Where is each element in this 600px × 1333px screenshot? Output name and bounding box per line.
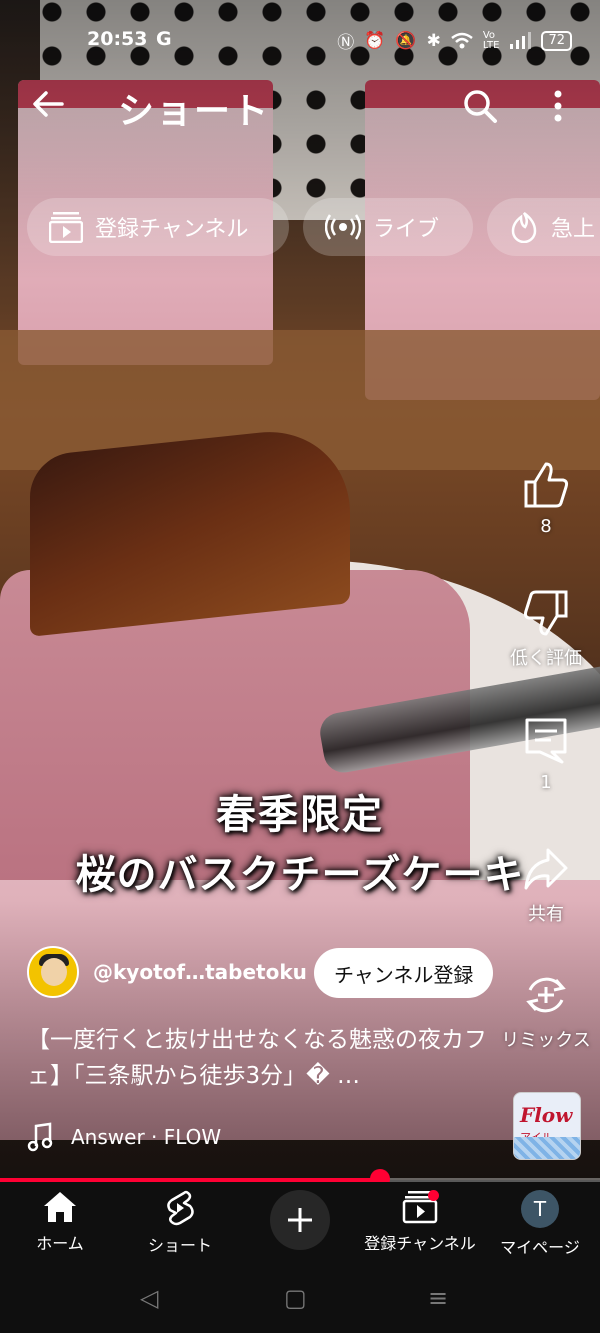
thumbs-down-icon xyxy=(523,590,568,636)
video-description[interactable]: 【一度行くと抜け出せなくなる魅惑の夜カフェ】「三条駅から徒歩3分」� … xyxy=(27,1022,497,1094)
caption-line-1: 春季限定 xyxy=(216,791,384,838)
dislike-label: 低く評価 xyxy=(510,648,582,669)
trending-icon xyxy=(511,211,537,243)
alarm-icon: ⏰ xyxy=(364,30,386,51)
volte-icon: Vo LTE xyxy=(482,29,500,51)
system-menu-icon[interactable]: ≡ xyxy=(428,1284,448,1312)
subscribe-button[interactable]: チャンネル登録 xyxy=(314,948,494,998)
chip-label: 登録チャンネル xyxy=(95,217,249,242)
chip-label: 急上 xyxy=(551,217,596,242)
filter-chips: 登録チャンネル ライブ 急上 xyxy=(27,198,600,258)
video-caption: 春季限定 桜のバスクチーズケーキ xyxy=(0,782,600,900)
nav-subscriptions[interactable]: 登録チャンネル xyxy=(360,1190,480,1254)
create-button[interactable] xyxy=(270,1190,330,1250)
system-home-icon[interactable]: ▢ xyxy=(284,1284,307,1312)
nfc-icon: Ⓝ xyxy=(337,33,355,53)
remix-label: リミックス xyxy=(501,1030,591,1051)
bottom-nav: ホーム ショート 登録チャンネル T マイページ xyxy=(0,1182,600,1266)
music-row[interactable]: Answer · FLOW xyxy=(27,1122,221,1152)
status-bar: 20:53 G Ⓝ ⏰ 🔕 ✱ Vo LTE 72 xyxy=(0,22,600,58)
caption-line-2: 桜のバスクチーズケーキ xyxy=(75,851,525,898)
shorts-screen: 20:53 G Ⓝ ⏰ 🔕 ✱ Vo LTE 72 ショート 登録チャンネル ライ… xyxy=(0,0,600,1333)
chip-trending[interactable]: 急上 xyxy=(487,198,600,256)
nav-label: マイページ xyxy=(500,1238,580,1257)
like-button[interactable]: 8 xyxy=(500,460,592,537)
page-title: ショート xyxy=(118,91,271,132)
more-vert-icon[interactable] xyxy=(546,86,570,126)
remix-icon xyxy=(526,977,566,1013)
nav-label: ショート xyxy=(147,1236,212,1255)
user-avatar: T xyxy=(521,1190,559,1228)
google-icon: G xyxy=(156,28,172,50)
live-icon xyxy=(325,214,361,240)
top-bar: ショート xyxy=(0,80,600,136)
chip-label: ライブ xyxy=(373,217,440,242)
thumbnail-title: Flow xyxy=(520,1103,573,1127)
bluetooth-icon: ✱ xyxy=(426,30,441,51)
shorts-icon xyxy=(167,1190,194,1226)
plus-icon xyxy=(288,1208,312,1232)
nav-label: ホーム xyxy=(36,1234,84,1253)
comment-icon xyxy=(525,718,567,764)
system-back-icon[interactable]: ◁ xyxy=(140,1284,158,1312)
music-track: Answer · FLOW xyxy=(71,1125,222,1149)
chip-live[interactable]: ライブ xyxy=(303,198,473,256)
wifi-icon xyxy=(451,32,473,48)
mute-icon: 🔕 xyxy=(395,30,417,51)
status-time: 20:53 xyxy=(87,28,148,50)
channel-row: @kyotof…tabetoku チャンネル登録 xyxy=(27,946,507,1004)
channel-handle[interactable]: @kyotof…tabetoku xyxy=(93,960,307,984)
remix-button[interactable]: リミックス xyxy=(496,970,596,1052)
sound-thumbnail[interactable]: Flow アイル xyxy=(513,1092,581,1160)
signal-icon xyxy=(510,31,532,49)
dislike-button[interactable]: 低く評価 xyxy=(500,588,592,670)
channel-avatar[interactable] xyxy=(27,946,79,998)
nav-home[interactable]: ホーム xyxy=(0,1190,120,1254)
nav-label: 登録チャンネル xyxy=(364,1234,476,1253)
system-nav-bar: ◁ ▢ ≡ xyxy=(0,1266,600,1333)
like-count: 8 xyxy=(540,516,552,537)
notification-dot xyxy=(428,1190,439,1201)
nav-mypage[interactable]: T マイページ xyxy=(480,1190,600,1258)
nav-shorts[interactable]: ショート xyxy=(120,1190,240,1256)
battery-indicator: 72 xyxy=(541,30,572,51)
search-icon[interactable] xyxy=(460,86,500,126)
music-note-icon xyxy=(27,1122,53,1152)
thumbs-up-icon xyxy=(524,462,569,508)
subscriptions-icon xyxy=(49,212,83,243)
share-label: 共有 xyxy=(528,904,564,925)
chip-subscriptions[interactable]: 登録チャンネル xyxy=(27,198,289,256)
back-arrow-icon[interactable] xyxy=(28,84,68,124)
home-icon xyxy=(44,1192,76,1222)
